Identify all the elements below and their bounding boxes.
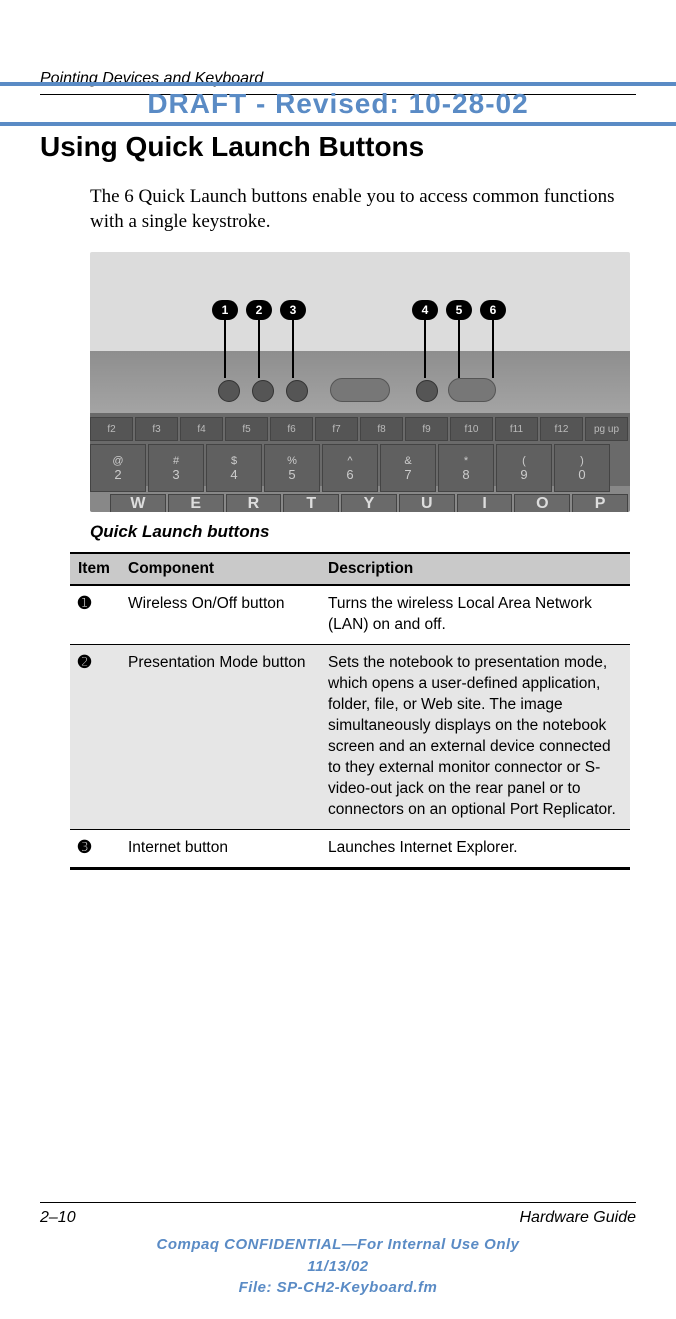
qwerty-row: W E R T Y U I O P <box>110 494 630 512</box>
th-description: Description <box>320 553 630 585</box>
table-row: ➋ Presentation Mode button Sets the note… <box>70 645 630 829</box>
fkey-row: f2 f3 f4 f5 f6 f7 f8 f9 f10 f11 f12 pg u… <box>90 417 630 441</box>
hw-power-button <box>330 378 390 402</box>
hw-button-2 <box>252 380 274 402</box>
confidential-footer: Compaq CONFIDENTIAL—For Internal Use Onl… <box>0 1234 676 1299</box>
figure-caption: Quick Launch buttons <box>90 522 636 542</box>
callout-4: 4 <box>412 300 438 378</box>
th-component: Component <box>120 553 320 585</box>
hw-button-1 <box>218 380 240 402</box>
page-number: 2–10 <box>40 1209 76 1227</box>
component-table: Item Component Description ➊ Wireless On… <box>70 552 630 869</box>
keyboard-image: 1 2 3 4 5 6 f2 f3 f4 f5 f6 f7 f8 f9 f10 … <box>90 252 630 512</box>
hw-button-56 <box>448 378 496 402</box>
hw-button-3 <box>286 380 308 402</box>
page-title: Using Quick Launch Buttons <box>40 131 636 163</box>
hw-button-4 <box>416 380 438 402</box>
number-row: @2 #3 $4 %5 ^6 &7 *8 (9 )0 <box>90 444 630 492</box>
callout-5: 5 <box>446 300 472 378</box>
page-footer: 2–10 Hardware Guide <box>40 1202 636 1227</box>
draft-banner: DRAFT - Revised: 10-28-02 <box>0 82 676 126</box>
callout-1: 1 <box>212 300 238 378</box>
intro-paragraph: The 6 Quick Launch buttons enable you to… <box>90 185 636 234</box>
doc-title: Hardware Guide <box>520 1209 637 1227</box>
th-item: Item <box>70 553 120 585</box>
callout-6: 6 <box>480 300 506 378</box>
callout-2: 2 <box>246 300 272 378</box>
table-row: ➌ Internet button Launches Internet Expl… <box>70 829 630 868</box>
figure-quick-launch: 1 2 3 4 5 6 f2 f3 f4 f5 f6 f7 f8 f9 f10 … <box>90 252 636 512</box>
table-row: ➊ Wireless On/Off button Turns the wirel… <box>70 585 630 644</box>
callout-3: 3 <box>280 300 306 378</box>
